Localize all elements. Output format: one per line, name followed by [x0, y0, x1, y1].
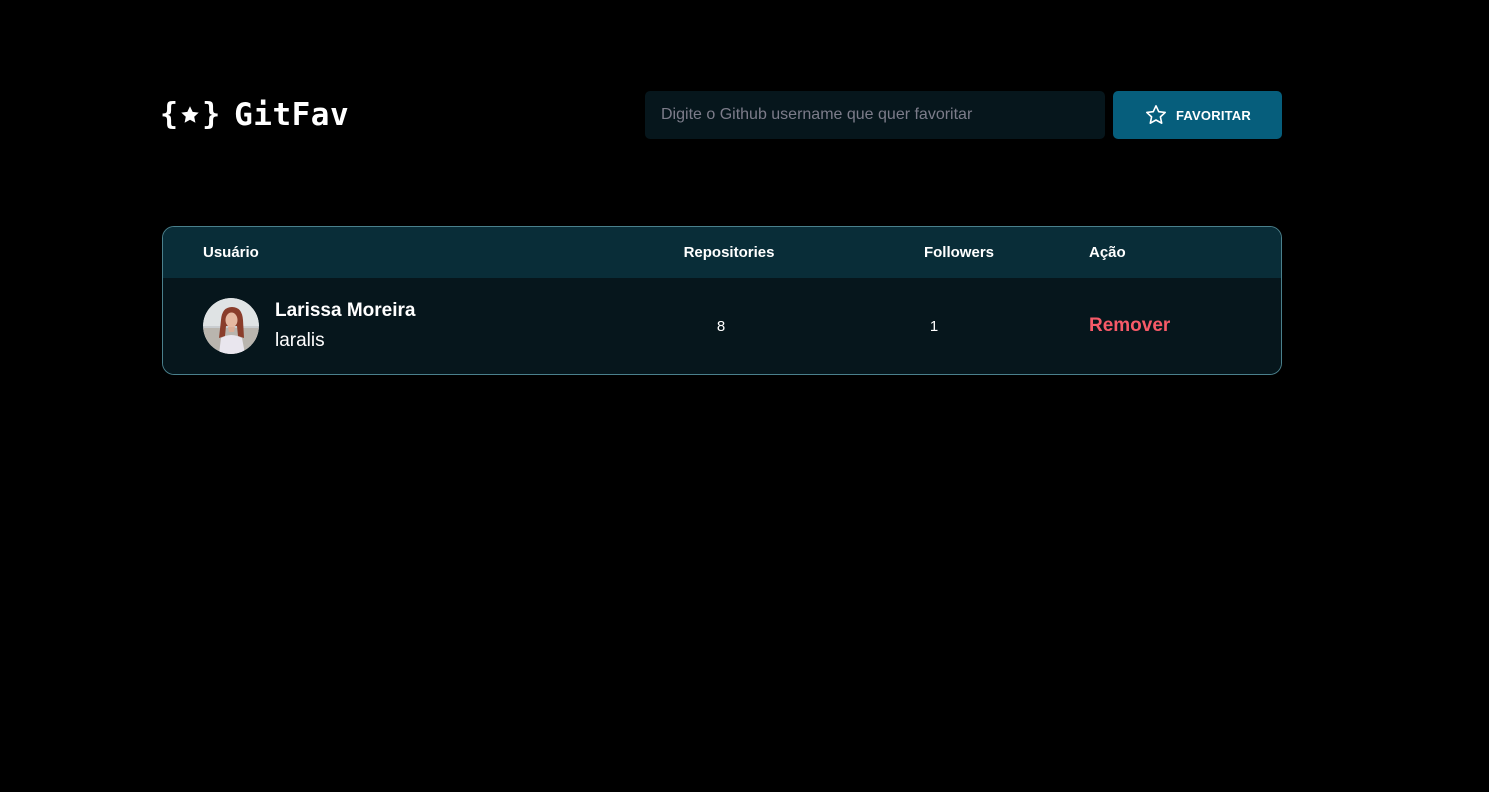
favoritar-button[interactable]: FAVORITAR — [1113, 91, 1282, 139]
header-action: Ação — [1089, 244, 1126, 261]
avatar[interactable] — [203, 298, 259, 354]
user-login: laralis — [275, 330, 325, 351]
header-user: Usuário — [203, 244, 259, 261]
star-outline-icon — [1144, 103, 1168, 127]
username-search-input[interactable] — [645, 91, 1105, 139]
header: { } GitFav FAVORITAR — [160, 90, 1282, 140]
logo: { } GitFav — [160, 90, 349, 140]
favorites-table: Usuário Repositories Followers Ação Lari… — [162, 226, 1282, 375]
favoritar-button-label: FAVORITAR — [1176, 107, 1251, 123]
user-name: Larissa Moreira — [275, 300, 416, 321]
app-root: { } GitFav FAVORITAR — [0, 0, 1489, 792]
header-followers: Followers — [923, 244, 994, 261]
star-braces-icon: { } — [160, 97, 221, 132]
table-row: Larissa Moreira laralis 8 1 Remover — [163, 278, 1281, 374]
repositories-count: 8 — [716, 317, 726, 335]
app-title: GitFav — [234, 97, 350, 133]
user-cell: Larissa Moreira laralis — [203, 298, 609, 354]
header-repositories: Repositories — [683, 244, 775, 261]
followers-count: 1 — [929, 317, 939, 335]
table-header-row: Usuário Repositories Followers Ação — [163, 227, 1281, 278]
search-area: FAVORITAR — [645, 91, 1282, 139]
remove-button[interactable]: Remover — [1089, 315, 1170, 337]
